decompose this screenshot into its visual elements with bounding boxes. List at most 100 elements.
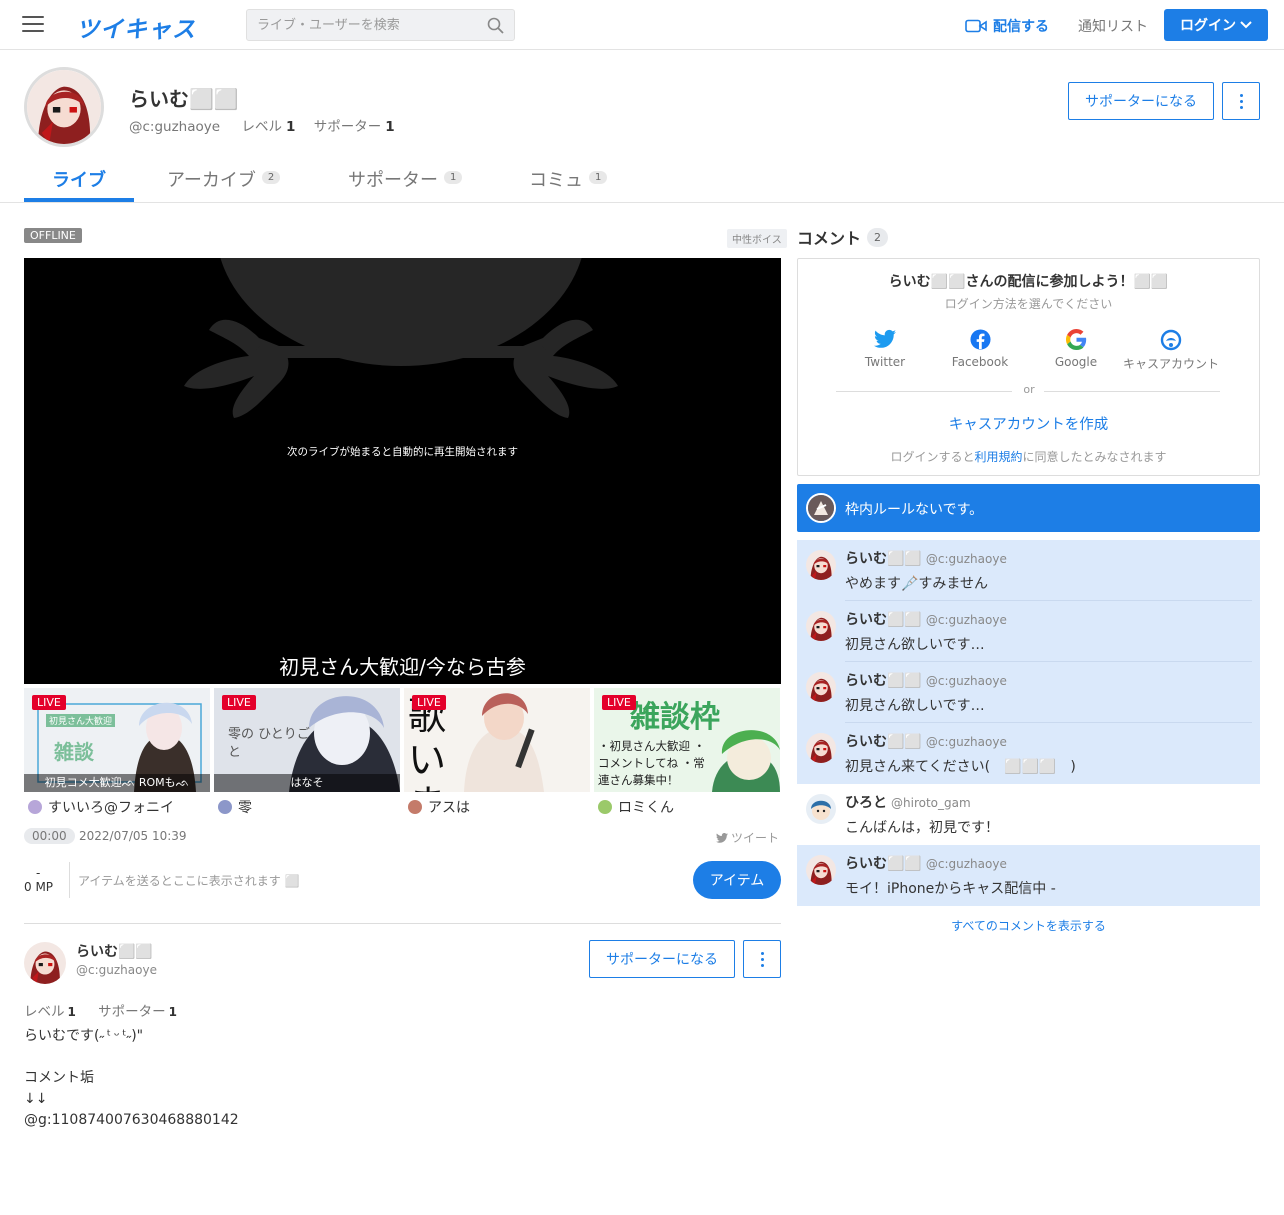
comment-text: 初見さん欲しいです… (845, 698, 985, 714)
provider-label: Facebook (951, 355, 1009, 369)
tab-supporter[interactable]: サポーター 1 (348, 166, 463, 203)
live-thumbnail[interactable]: 初見さん大歓迎 雑談 LIVE 初見コメ大歓迎ᨒ ROMもᨒ (24, 688, 210, 792)
comment-author[interactable]: らいむ⬜⬜ @c:guzhaoye (845, 548, 1007, 568)
comment-author[interactable]: らいむ⬜⬜ @c:guzhaoye (845, 853, 1007, 873)
live-badge: LIVE (222, 695, 256, 710)
login-google[interactable]: Google (1026, 329, 1126, 369)
status-badge: OFFLINE (24, 228, 82, 243)
video-player[interactable]: 次のライブが始まると自動的に再生開始されます 初見さん大歓迎/今なら古参 (24, 258, 781, 684)
tab-community-label: コミュ (529, 170, 583, 191)
user-mini-avatar (408, 800, 422, 814)
live-thumbnail[interactable]: 雑談枠 ・初見さん大歓迎 ・コメントしてね ・常連さん募集中！ LIVE (594, 688, 780, 792)
comment-author-name: らいむ⬜⬜ (845, 551, 922, 567)
avatar[interactable] (806, 855, 836, 885)
comment-text: やめます🩼すみません (845, 576, 989, 592)
google-icon (1065, 329, 1086, 350)
thumbnail-art-text: 雑談枠 (630, 700, 720, 735)
broadcast-label: 配信する (993, 19, 1049, 35)
profile-id: @c:guzhaoye (129, 119, 221, 135)
thumbnail-user[interactable]: アスは (408, 797, 470, 817)
tab-supporter-count: 1 (444, 171, 463, 184)
voice-tag[interactable]: 中性ボイス (727, 229, 787, 248)
level-label: レベル (24, 1004, 65, 1020)
comment-author[interactable]: らいむ⬜⬜ @c:guzhaoye (845, 670, 1007, 690)
site-logo[interactable]: ツイキャス (76, 10, 196, 44)
thumbnail-user[interactable]: ロミくん (598, 797, 674, 817)
profile-name: らいむ⬜⬜ (129, 87, 239, 111)
elapsed-time: 00:00 (24, 828, 75, 844)
comment-author[interactable]: ひろと @hiroto_gam (845, 792, 971, 812)
login-button[interactable]: ログイン (1164, 9, 1268, 41)
avatar[interactable] (24, 67, 104, 147)
more-options-icon[interactable] (1222, 82, 1260, 120)
mp-counter: - 0 MP (24, 866, 70, 894)
avatar[interactable] (806, 794, 836, 824)
become-supporter-button[interactable]: サポーターになる (1068, 82, 1214, 120)
comment-author[interactable]: らいむ⬜⬜ @c:guzhaoye (845, 609, 1007, 629)
login-cas-account[interactable]: キャスアカウント (1121, 329, 1221, 372)
thumbnail-user-name: すいいろ@フォニイ (48, 800, 174, 816)
avatar[interactable] (806, 550, 836, 580)
tab-community[interactable]: コミュ 1 (529, 166, 608, 203)
comment-author-id: @c:guzhaoye (925, 857, 1007, 871)
active-tab-indicator (24, 198, 134, 202)
tweet-link[interactable]: ツイート (716, 829, 779, 846)
search-icon[interactable] (487, 17, 504, 34)
comment-item: らいむ⬜⬜ @c:guzhaoye やめます🩼すみません (797, 540, 1260, 601)
provider-label: Twitter (864, 355, 906, 369)
join-title: らいむ⬜⬜さんの配信に参加しよう！⬜⬜ (888, 274, 1169, 290)
menu-icon[interactable] (22, 16, 44, 34)
comment-item: らいむ⬜⬜ @c:guzhaoye モイ！iPhoneからキャス配信中 - (797, 845, 1260, 906)
avatar[interactable] (806, 733, 836, 763)
avatar[interactable] (24, 942, 66, 984)
comment-item: らいむ⬜⬜ @c:guzhaoye 初見さん欲しいです… (797, 601, 1260, 662)
comments-count: 2 (867, 227, 889, 247)
terms-post: に同意したとみなされます (1022, 450, 1167, 464)
comment-author-name: らいむ⬜⬜ (845, 673, 922, 689)
comments-title: コメント 2 (797, 225, 889, 249)
terms-link[interactable]: 利用規約 (974, 450, 1022, 464)
search-input[interactable] (247, 10, 477, 40)
item-button[interactable]: アイテム (693, 861, 781, 899)
tab-community-count: 1 (589, 171, 608, 184)
bio-name: らいむ⬜⬜ (76, 944, 153, 960)
user-mini-avatar (218, 800, 232, 814)
twitter-icon (716, 832, 728, 843)
terms-notice: ログインすると利用規約に同意したとみなされます (798, 448, 1259, 465)
avatar[interactable] (806, 672, 836, 702)
login-facebook[interactable]: Facebook (930, 329, 1030, 369)
thumbnail-user-name: 零 (238, 800, 252, 816)
thumbnail-user[interactable]: すいいろ@フォニイ (28, 797, 174, 817)
tab-live-label: ライブ (52, 170, 106, 191)
divider (24, 923, 781, 924)
live-thumbnail[interactable]: 歌 い ま す LIVE (404, 688, 590, 792)
video-camera-icon (965, 19, 987, 33)
supporter-value: 1 (168, 1005, 178, 1019)
offline-frog-illustration (184, 258, 618, 418)
more-options-icon[interactable] (743, 940, 781, 978)
thumbnail-user-name: アスは (428, 800, 470, 816)
comment-author-name: らいむ⬜⬜ (845, 734, 922, 750)
chevron-down-icon (1240, 21, 1252, 29)
broadcast-link[interactable]: 配信する (965, 16, 1049, 36)
live-thumbnail[interactable]: 零の ひとりごと LIVE はなそ (214, 688, 400, 792)
become-supporter-button[interactable]: サポーターになる (589, 940, 735, 978)
user-mini-avatar (598, 800, 612, 814)
level-value: 1 (67, 1005, 76, 1019)
avatar[interactable] (806, 611, 836, 641)
create-account-link[interactable]: キャスアカウントを作成 (798, 413, 1259, 434)
live-badge: LIVE (602, 695, 636, 710)
recommended-lives: 初見さん大歓迎 雑談 LIVE 初見コメ大歓迎ᨒ ROMもᨒ 零の ひとりごと … (24, 688, 781, 792)
comment-author-id: @c:guzhaoye (925, 674, 1007, 688)
thumbnail-user[interactable]: 零 (218, 797, 252, 817)
comment-author-id: @hiroto_gam (891, 796, 971, 810)
comments-title-label: コメント (797, 229, 862, 248)
comment-item: らいむ⬜⬜ @c:guzhaoye 初見さん欲しいです… (797, 662, 1260, 723)
show-all-comments-link[interactable]: すべてのコメントを表示する (797, 917, 1260, 934)
live-title: 初見さん大歓迎/今なら古参 (279, 655, 526, 679)
login-twitter[interactable]: Twitter (835, 329, 935, 369)
comment-author[interactable]: らいむ⬜⬜ @c:guzhaoye (845, 731, 1007, 751)
tab-archive[interactable]: アーカイブ 2 (167, 166, 281, 203)
notification-list-link[interactable]: 通知リスト (1078, 16, 1148, 36)
avatar (806, 493, 836, 523)
